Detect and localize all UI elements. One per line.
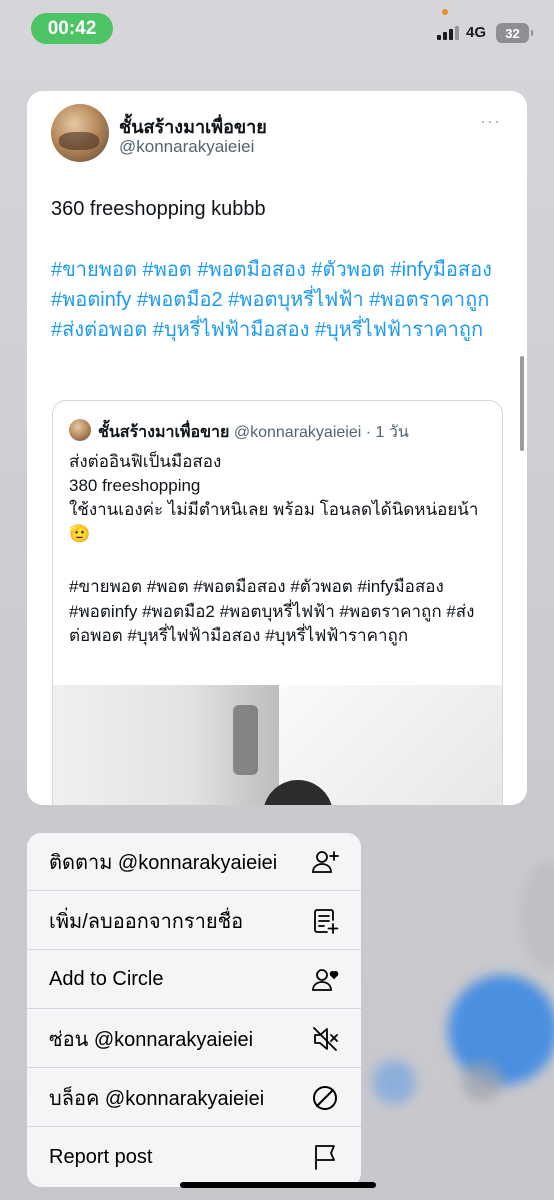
status-bar: 00:42 4G 32 [0,0,554,56]
blurred-shape [372,1060,416,1104]
quoted-text: ส่งต่ออินฟิเป็นมือสอง 380 freeshopping ใ… [69,450,494,546]
menu-item-label: Add to Circle [49,968,164,990]
menu-item-label: บล็อค @konnarakyaieiei [49,1087,265,1110]
post-handle[interactable]: @konnarakyaieiei [119,137,254,157]
quoted-display-name: ชั้นสร้างมาเพื่อขาย [98,424,230,441]
menu-item-label: ติดตาม @konnarakyaieiei [49,851,278,874]
blurred-shape [462,1062,502,1102]
quoted-hashtags: #ขายพอต #พอต #พอตมือสอง #ตัวพอต #infyมือ… [69,577,475,645]
quoted-handle: @konnarakyaieiei [233,424,362,441]
menu-item-label: เพิ่ม/ลบออกจากรายชื่อ [49,910,244,933]
quoted-media-image[interactable] [53,685,502,805]
menu-item-block[interactable]: บล็อค @konnarakyaieiei [27,1069,361,1127]
menu-item-follow[interactable]: ติดตาม @konnarakyaieiei [27,833,361,891]
flag-icon [310,1142,340,1172]
quoted-time: · 1 วัน [365,424,409,441]
list-add-icon [310,906,340,936]
quoted-line: 380 freeshopping [69,476,201,495]
home-indicator[interactable] [180,1182,376,1188]
context-menu: ติดตาม @konnarakyaieiei เพิ่ม/ลบออกจากรา… [27,833,361,1187]
media-shape [233,705,258,775]
blurred-compose-button [448,975,554,1085]
post-hashtags[interactable]: #ขายพอต #พอต #พอตมือสอง #ตัวพอต #infyมือ… [51,255,501,345]
blurred-shape [520,860,554,970]
quoted-header: ชั้นสร้างมาเพื่อขาย @konnarakyaieiei · 1… [98,420,409,445]
menu-item-mute[interactable]: ซ่อน @konnarakyaieiei [27,1010,361,1068]
menu-item-label: ซ่อน @konnarakyaieiei [49,1028,254,1051]
scrollbar[interactable] [520,356,524,451]
quoted-line: ส่งต่ออินฟิเป็นมือสอง [69,452,222,471]
menu-item-add-to-circle[interactable]: Add to Circle [27,951,361,1009]
post-card[interactable]: ชั้นสร้างมาเพื่อขาย @konnarakyaieiei ···… [27,91,527,805]
mic-indicator-dot [442,9,448,15]
menu-item-label: Report post [49,1145,153,1168]
signal-icon [437,26,461,40]
more-options-icon[interactable]: ··· [480,111,501,132]
quoted-post[interactable]: ชั้นสร้างมาเพื่อขาย @konnarakyaieiei · 1… [52,400,503,805]
network-type: 4G [466,24,487,41]
mute-icon [310,1024,340,1054]
status-time: 00:42 [31,13,113,44]
avatar[interactable] [51,104,109,162]
quoted-avatar [69,419,91,441]
menu-item-lists[interactable]: เพิ่ม/ลบออกจากรายชื่อ [27,892,361,950]
menu-item-report[interactable]: Report post [27,1128,361,1186]
follow-icon [310,847,340,877]
quoted-line: ใช้งานเองค่ะ ไม่มีตำหนิเลย พร้อม โอนลดได… [69,500,479,543]
post-text: 360 freeshopping kubbb [51,198,266,220]
circle-add-icon [310,965,340,995]
battery-icon: 32 [496,23,533,43]
block-icon [310,1083,340,1113]
